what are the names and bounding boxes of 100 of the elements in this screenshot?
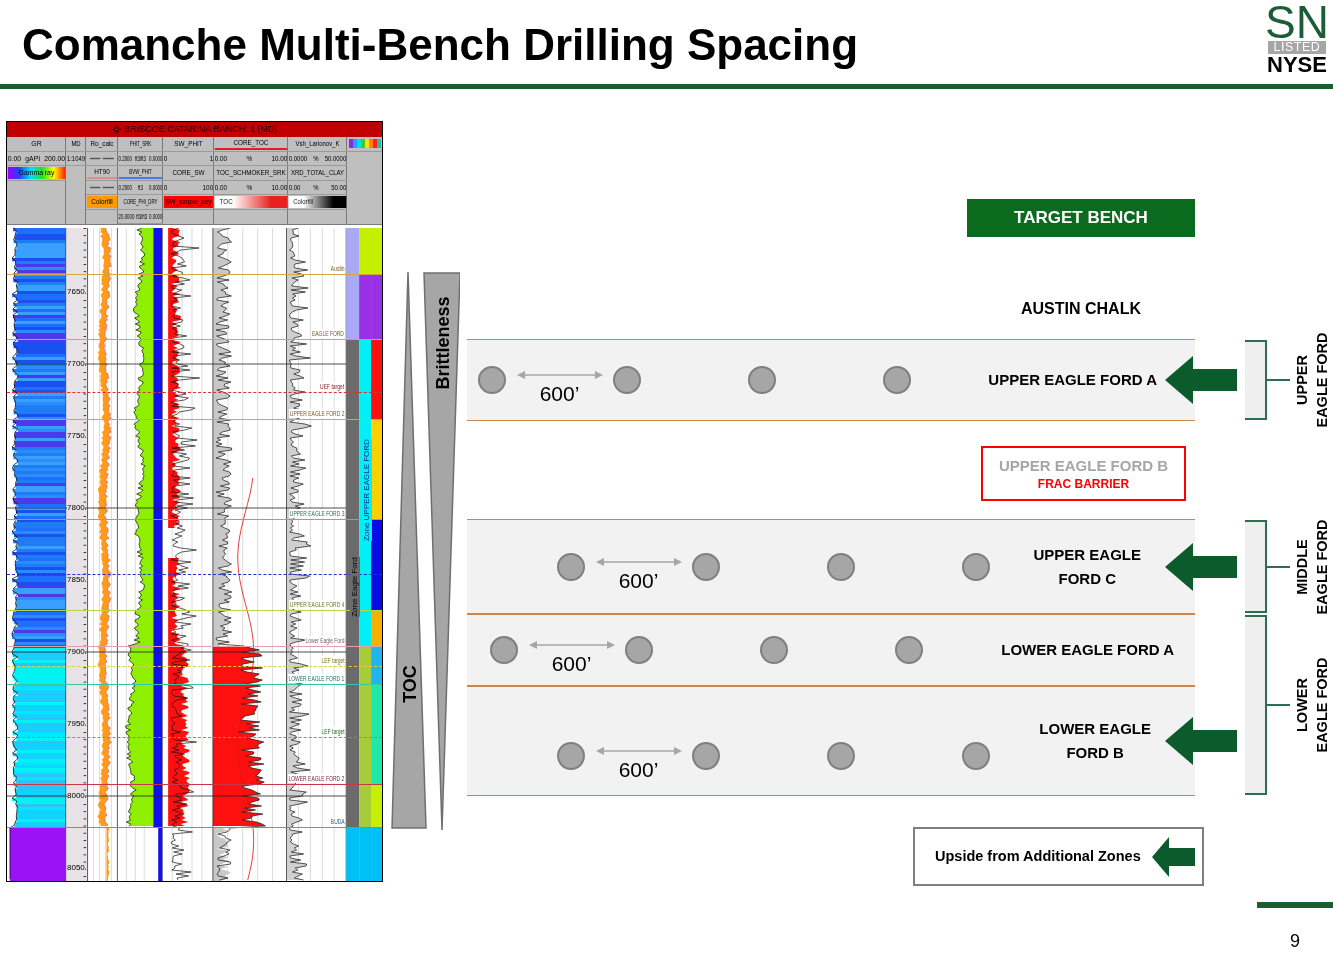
depth-label: 7700 xyxy=(67,359,85,368)
gradient-legend: TOC xyxy=(214,195,288,208)
scale-value: 0.00 xyxy=(7,153,22,163)
scale-value: 0.00 xyxy=(214,182,228,192)
scale-value: % xyxy=(313,153,319,163)
well-icon xyxy=(883,366,911,394)
track-legend-icon xyxy=(348,139,381,149)
scale-value: % xyxy=(313,182,319,192)
scale-value: gAPI xyxy=(25,153,41,163)
exchange-name: NYSE xyxy=(1267,54,1327,76)
bench-label: UPPER EAGLE FORD C xyxy=(1033,544,1141,589)
curve-name: PHIT_SRK xyxy=(129,139,152,149)
log-title: BRISCOE CATARINA RANCH: 1 [MD] xyxy=(124,124,277,135)
microtext-icon xyxy=(90,156,114,160)
scale-value: ft3 xyxy=(138,182,143,192)
curve-name: SW_PHIT xyxy=(174,139,203,149)
zone-label: UPPER EAGLE FORD xyxy=(1292,332,1331,428)
listed-label: LISTED xyxy=(1268,41,1326,54)
scale-value: % xyxy=(246,153,253,163)
logo-mark: SN xyxy=(1265,3,1329,41)
scale-value: % xyxy=(246,182,253,192)
fill-legend: SW_simple_pay xyxy=(163,195,214,208)
marker-label: Lower Eagle Ford xyxy=(304,636,345,645)
left-arrow-icon xyxy=(1152,836,1195,877)
bench-label: UPPER EAGLE FORD A xyxy=(988,370,1157,390)
scale-value: ft3/ft3 xyxy=(135,153,146,163)
well-icon xyxy=(613,366,641,394)
scale-value: 50.0000 xyxy=(324,153,347,163)
depth-label: 8050 xyxy=(67,863,85,872)
spacing-label: 600’ xyxy=(539,383,580,405)
well-icon xyxy=(478,366,506,394)
marker-label: UEF target xyxy=(319,382,345,391)
bench-label: LOWER EAGLE FORD A xyxy=(1001,640,1174,660)
barrier-note: FRAC BARRIER xyxy=(1037,475,1130,492)
scale-value: 0 xyxy=(163,153,168,163)
depth-label: 7750 xyxy=(67,431,85,440)
marker-label: BUDA xyxy=(329,817,345,826)
scale-value: 0 xyxy=(163,182,168,192)
depth-label: 7950 xyxy=(67,719,85,728)
scale-value: 100 xyxy=(202,182,214,192)
depth-label: 8000 xyxy=(67,791,85,800)
scale-value: ft3/ft3 xyxy=(136,211,148,221)
marker-label: UPPER EAGLE FORD 2 xyxy=(289,409,345,418)
well-icon xyxy=(748,366,776,394)
curve-name: Ro_calc xyxy=(90,139,114,149)
scale-value: 0.0000 xyxy=(288,153,308,163)
well-icon xyxy=(760,636,788,664)
scale-value: 0.0000 xyxy=(149,182,163,192)
curve-name: GR xyxy=(31,139,42,149)
bench-label: LOWER EAGLE FORD B xyxy=(1039,719,1151,763)
well-icon xyxy=(692,742,720,770)
curve-name: CORE_SW xyxy=(172,168,205,178)
curve-name: BVW_PHIT xyxy=(129,167,152,176)
marker-label: Austin xyxy=(329,264,345,273)
spacing-label: 600’ xyxy=(618,759,659,781)
scale-value: 0.0000 xyxy=(149,211,163,221)
well-icon xyxy=(557,552,585,581)
scale-value: 0.0000 xyxy=(149,153,163,163)
scale-value: 20.0000 xyxy=(118,211,135,221)
spacing-label: 600’ xyxy=(551,653,592,675)
curve-name: CORE_PHI_DRY xyxy=(123,197,158,207)
zone-name: Zone Eagle Ford xyxy=(349,557,360,617)
curve-name: CORE_TOC xyxy=(233,138,269,147)
curve-name: Vsh_Larionov_K xyxy=(295,139,340,149)
marker-label: LEF target xyxy=(320,727,345,736)
spacing-label: 600’ xyxy=(618,569,659,592)
curve-name: MD xyxy=(71,139,81,149)
zone-label: MIDDLE EAGLE FORD xyxy=(1292,518,1331,615)
marker-label: LOWER EAGLE FORD 2 xyxy=(288,774,345,783)
curve-name: XRD_TOTAL_CLAY xyxy=(290,168,345,178)
well-icon xyxy=(625,636,653,664)
scale-value: 10.00 xyxy=(271,153,288,163)
scale-value: 0.00 xyxy=(214,153,228,163)
marker-label: EAGLE FORD xyxy=(311,329,345,338)
curve-name: HT90 xyxy=(94,167,110,176)
zone-label: LOWER EAGLE FORD xyxy=(1292,657,1331,753)
scale-value: 200.00 xyxy=(44,153,66,163)
slide-title: Comanche Multi-Bench Drilling Spacing xyxy=(22,20,859,70)
scale-value: 0.00 xyxy=(288,182,301,192)
target-bench-banner: TARGET BENCH xyxy=(967,199,1195,237)
barrier-name: UPPER EAGLE FORD B xyxy=(998,455,1169,476)
fill-legend: Colorfill xyxy=(86,195,118,208)
page-number: 9 xyxy=(1290,930,1300,952)
marker-label: LEF target xyxy=(320,656,345,665)
scale-value: 10.00 xyxy=(271,182,288,192)
well-icon xyxy=(692,552,720,581)
marker-label: UPPER EAGLE FORD 3 xyxy=(289,509,345,518)
scale-value: 0.2000 xyxy=(118,153,132,163)
well-icon xyxy=(827,552,855,581)
upside-text: Upside from Additional Zones xyxy=(935,846,1141,866)
trend-label: Brittleness xyxy=(433,296,453,390)
well-icon xyxy=(895,636,923,664)
depth-label: 7850 xyxy=(67,575,85,584)
depth-label: 7650 xyxy=(67,287,85,296)
marker-label: LOWER EAGLE FORD 1 xyxy=(288,674,345,683)
scale-value: 0.2000 xyxy=(118,182,132,192)
microtext-icon xyxy=(90,185,114,189)
well-icon xyxy=(490,636,518,664)
scale-value: 1 xyxy=(209,153,214,163)
depth-label: 7800 xyxy=(67,503,85,512)
